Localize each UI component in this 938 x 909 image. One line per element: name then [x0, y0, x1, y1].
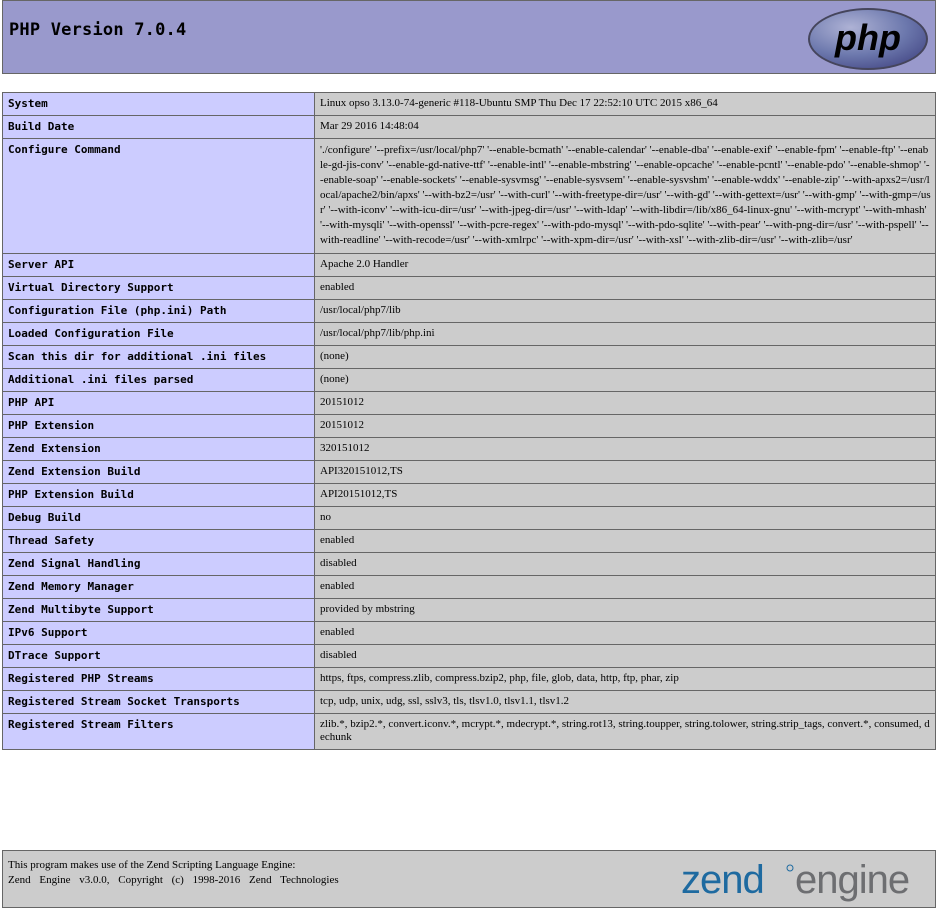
row-label: Zend Extension [2, 437, 315, 461]
row-label: Build Date [2, 115, 315, 139]
row-value: API320151012,TS [314, 460, 936, 484]
table-row: Zend Extension Build API320151012,TS [2, 460, 936, 484]
row-label: Zend Signal Handling [2, 552, 315, 576]
row-label: Debug Build [2, 506, 315, 530]
row-value: zlib.*, bzip2.*, convert.iconv.*, mcrypt… [314, 713, 936, 750]
row-label: Additional .ini files parsed [2, 368, 315, 392]
row-value: 20151012 [314, 414, 936, 438]
table-row: Registered Stream Filters zlib.*, bzip2.*… [2, 713, 936, 750]
table-row: DTrace Support disabled [2, 644, 936, 668]
table-row: Debug Build no [2, 506, 936, 530]
row-value: disabled [314, 644, 936, 668]
row-value: 20151012 [314, 391, 936, 415]
php-logo-text: php [834, 17, 901, 58]
table-row: Registered Stream Socket Transports tcp, … [2, 690, 936, 714]
row-value: enabled [314, 529, 936, 553]
table-row: System Linux opso 3.13.0-74-generic #118-… [2, 92, 936, 116]
row-value: tcp, udp, unix, udg, ssl, sslv3, tls, tl… [314, 690, 936, 714]
row-label: Registered Stream Socket Transports [2, 690, 315, 714]
engine-logo-text: engine [795, 858, 909, 902]
row-label: Registered Stream Filters [2, 713, 315, 750]
row-label: Configuration File (php.ini) Path [2, 299, 315, 323]
row-label: Registered PHP Streams [2, 667, 315, 691]
row-label: PHP API [2, 391, 315, 415]
row-label: Loaded Configuration File [2, 322, 315, 346]
header-banner: PHP Version 7.0.4 php [2, 0, 936, 74]
row-label: Zend Multibyte Support [2, 598, 315, 622]
info-table: System Linux opso 3.13.0-74-generic #118-… [2, 92, 936, 750]
row-value: enabled [314, 621, 936, 645]
row-label: IPv6 Support [2, 621, 315, 645]
table-row: PHP Extension 20151012 [2, 414, 936, 438]
table-row: Server API Apache 2.0 Handler [2, 253, 936, 277]
row-value: Linux opso 3.13.0-74-generic #118-Ubuntu… [314, 92, 936, 116]
table-row: IPv6 Support enabled [2, 621, 936, 645]
table-row: Zend Extension 320151012 [2, 437, 936, 461]
row-value: /usr/local/php7/lib/php.ini [314, 322, 936, 346]
row-label: Configure Command [2, 138, 315, 254]
row-label: Virtual Directory Support [2, 276, 315, 300]
footer-credits: This program makes use of the Zend Scrip… [2, 850, 936, 908]
row-label: Zend Memory Manager [2, 575, 315, 599]
table-row: Thread Safety enabled [2, 529, 936, 553]
row-label: Thread Safety [2, 529, 315, 553]
row-label: Scan this dir for additional .ini files [2, 345, 315, 369]
table-row: Loaded Configuration File/usr/local/php7… [2, 322, 936, 346]
row-value: /usr/local/php7/lib [314, 299, 936, 323]
table-row: PHP API 20151012 [2, 391, 936, 415]
table-row: PHP Extension Build API20151012,TS [2, 483, 936, 507]
row-value: provided by mbstring [314, 598, 936, 622]
row-label: Zend Extension Build [2, 460, 315, 484]
row-label: Server API [2, 253, 315, 277]
row-value: https, ftps, compress.zlib, compress.bzi… [314, 667, 936, 691]
footer-line-2: Zend Engine v3.0.0, Copyright (c) 1998-2… [8, 874, 339, 886]
row-value: './configure' '--prefix=/usr/local/php7'… [314, 138, 936, 254]
row-label: System [2, 92, 315, 116]
row-value: API20151012,TS [314, 483, 936, 507]
php-logo-icon: php [808, 8, 928, 70]
table-row: Zend Signal Handling disabled [2, 552, 936, 576]
zend-engine-logo-icon: zend engine [681, 858, 910, 902]
zend-logo-text: zend [681, 858, 764, 902]
table-row: Configure Command './configure' '--prefix… [2, 138, 936, 254]
row-value: (none) [314, 345, 936, 369]
table-row: Zend Multibyte Support provided by mbstri… [2, 598, 936, 622]
row-label: DTrace Support [2, 644, 315, 668]
row-value: Mar 29 2016 14:48:04 [314, 115, 936, 139]
table-row: Registered PHP Streams https, ftps, compr… [2, 667, 936, 691]
table-row: Configuration File (php.ini) Path/usr/lo… [2, 299, 936, 323]
phpinfo-page: PHP Version 7.0.4 php System Linux opso 3… [0, 0, 938, 909]
row-value: enabled [314, 575, 936, 599]
table-row: Virtual Directory Support enabled [2, 276, 936, 300]
row-label: PHP Extension Build [2, 483, 315, 507]
page-title: PHP Version 7.0.4 [9, 20, 187, 40]
row-value: disabled [314, 552, 936, 576]
table-row: Build Date Mar 29 2016 14:48:04 [2, 115, 936, 139]
row-value: (none) [314, 368, 936, 392]
row-value: no [314, 506, 936, 530]
row-label: PHP Extension [2, 414, 315, 438]
row-value: 320151012 [314, 437, 936, 461]
footer-line-1: This program makes use of the Zend Scrip… [8, 859, 296, 871]
row-value: Apache 2.0 Handler [314, 253, 936, 277]
table-row: Zend Memory Manager enabled [2, 575, 936, 599]
table-row: Scan this dir for additional .ini files(… [2, 345, 936, 369]
table-row: Additional .ini files parsed (none) [2, 368, 936, 392]
row-value: enabled [314, 276, 936, 300]
